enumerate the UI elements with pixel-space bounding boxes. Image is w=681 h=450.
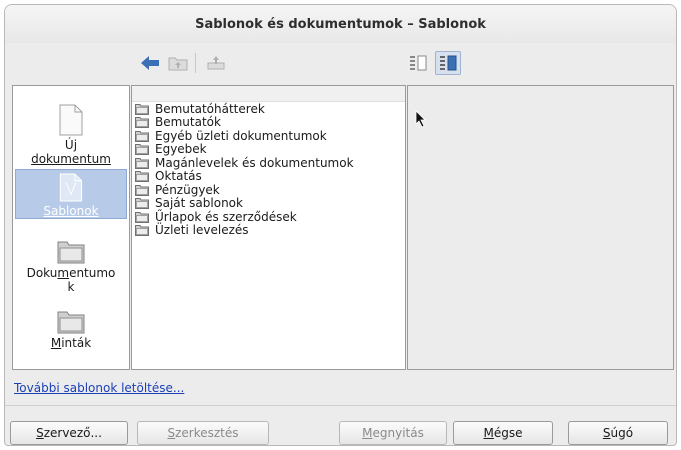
list-item[interactable]: Pénzügyek — [132, 183, 405, 197]
list-item-label: Pénzügyek — [155, 182, 220, 197]
cancel-mnemonic: M — [483, 426, 494, 440]
sidebar-item-label: Sablonok — [43, 204, 99, 218]
folder-icon — [135, 157, 149, 169]
cancel-label: égse — [493, 426, 523, 440]
list-item-label: Egyebek — [155, 142, 207, 157]
folder-icon — [135, 198, 149, 210]
list-item-label: Bemutatóhátterek — [155, 101, 265, 116]
list-item[interactable]: Űrlapok és szerződések — [132, 210, 405, 224]
back-button[interactable] — [137, 51, 163, 75]
sidebar-item-label: Dokumentumo k — [26, 266, 116, 294]
list-item[interactable]: Egyebek — [132, 142, 405, 157]
toolbar-separator — [195, 53, 196, 73]
sidebar-item-documents[interactable]: Dokumentumo k — [15, 238, 127, 300]
list-view-button[interactable] — [405, 51, 431, 75]
detail-view-icon — [440, 55, 457, 71]
template-folder-list: Bemutatóhátterek Bemutatók Egyéb üzleti do… — [131, 85, 406, 370]
edit-button[interactable]: Szerkesztés — [137, 421, 269, 445]
template-icon — [59, 173, 83, 202]
list-item[interactable]: Oktatás — [132, 169, 405, 184]
list-item[interactable]: Bemutatók — [132, 115, 405, 130]
sidebar-item-new-document[interactable]: Új dokumentum — [15, 104, 127, 166]
print-button[interactable] — [203, 51, 229, 75]
folder-icon — [135, 171, 149, 183]
list-item[interactable]: Saját sablonok — [132, 196, 405, 211]
more-templates-link[interactable]: További sablonok letöltése... — [14, 381, 184, 395]
open-label: egnyitás — [372, 426, 424, 440]
list-header — [132, 86, 405, 102]
folder-icon — [135, 103, 149, 115]
folder-up-button[interactable] — [165, 51, 191, 75]
window-title: Sablonok és dokumentumok – Sablonok — [195, 16, 486, 32]
mouse-cursor-icon — [415, 110, 426, 128]
cancel-button[interactable]: Mégse — [453, 421, 553, 445]
list-item[interactable]: Üzleti levelezés — [132, 223, 405, 238]
content-panes: Új dokumentum Sablonok Dokumentumo k Min… — [9, 85, 674, 370]
folder-icon — [135, 144, 149, 156]
edit-label: zerkesztés — [175, 426, 239, 440]
list-body: Bemutatóhátterek Bemutatók Egyéb üzleti do… — [132, 102, 405, 237]
back-arrow-icon — [141, 56, 159, 70]
sidebar-item-label: Minták — [50, 336, 92, 350]
preview-pane — [407, 85, 674, 370]
documents-folder-icon — [57, 241, 85, 264]
edit-mnemonic: S — [167, 426, 176, 440]
folder-icon — [135, 130, 149, 142]
list-item[interactable]: Bemutatóhátterek — [132, 102, 405, 116]
list-item[interactable]: Magánlevelek és dokumentumok — [132, 156, 405, 170]
list-item-label: Űrlapok és szerződések — [155, 209, 297, 224]
list-item-label: Üzleti levelezés — [155, 223, 249, 238]
help-label: úgó — [610, 426, 634, 440]
footer-divider — [5, 405, 676, 406]
organize-button[interactable]: Szervező... — [10, 421, 128, 445]
list-item-label: Oktatás — [155, 169, 202, 184]
list-item-label: Saját sablonok — [155, 196, 243, 211]
open-mnemonic: M — [362, 426, 373, 440]
detail-view-button[interactable] — [435, 51, 461, 75]
sidebar-item-label: Új dokumentum — [31, 138, 111, 166]
organize-mnemonic: S — [36, 426, 44, 440]
organize-label: zervező... — [43, 426, 102, 440]
toolbar — [5, 43, 676, 83]
list-item-label: Egyéb üzleti dokumentumok — [155, 128, 327, 143]
folder-icon — [135, 211, 149, 223]
help-mnemonic: S — [602, 426, 611, 440]
open-button[interactable]: Megnyitás — [339, 421, 447, 445]
new-document-icon — [59, 104, 83, 136]
templates-dialog: Sablonok és dokumentumok – Sablonok Új d… — [4, 4, 677, 446]
title-bar: Sablonok és dokumentumok – Sablonok — [5, 5, 676, 43]
category-sidebar: Új dokumentum Sablonok Dokumentumo k Min… — [12, 85, 130, 370]
help-button[interactable]: Súgó — [568, 421, 668, 445]
samples-folder-icon — [57, 311, 85, 334]
folder-icon — [135, 117, 149, 129]
sidebar-item-templates[interactable]: Sablonok — [15, 169, 127, 219]
folder-icon — [135, 184, 149, 196]
list-item-label: Magánlevelek és dokumentumok — [155, 155, 354, 170]
print-icon — [207, 56, 225, 70]
list-view-icon — [410, 55, 427, 71]
sidebar-item-samples[interactable]: Minták — [15, 308, 127, 358]
list-item[interactable]: Egyéb üzleti dokumentumok — [132, 129, 405, 143]
folder-icon — [135, 225, 149, 237]
list-item-label: Bemutatók — [155, 115, 221, 130]
folder-up-icon — [168, 57, 188, 71]
